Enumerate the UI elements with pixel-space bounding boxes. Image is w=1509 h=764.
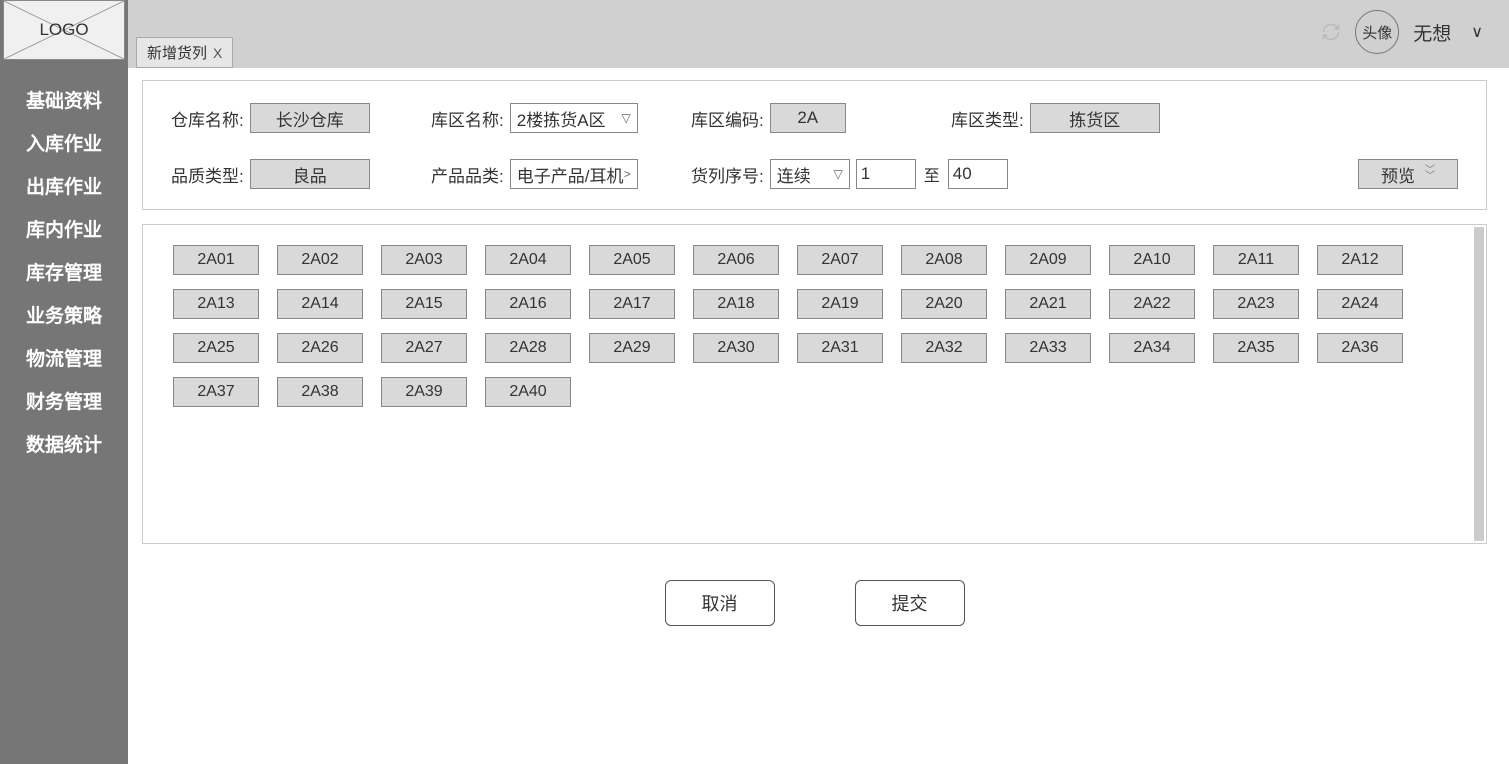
cell-2A34[interactable]: 2A34: [1109, 333, 1195, 363]
double-chevron-icon: ﹀﹀: [1425, 168, 1435, 180]
cell-2A11[interactable]: 2A11: [1213, 245, 1299, 275]
sidebar-item-4[interactable]: 库存管理: [0, 254, 128, 289]
cell-2A05[interactable]: 2A05: [589, 245, 675, 275]
tab-new-row[interactable]: 新增货列 X: [136, 37, 233, 68]
cell-2A23[interactable]: 2A23: [1213, 289, 1299, 319]
tab-strip: 新增货列 X: [136, 37, 233, 68]
footer-actions: 取消 提交: [142, 580, 1487, 626]
submit-label: 提交: [892, 590, 928, 616]
zone-code-value: 2A: [770, 103, 846, 133]
seq-from-input[interactable]: 1: [856, 159, 916, 189]
topbar: 新增货列 X 头像 无想 ∨: [128, 0, 1509, 68]
sidebar-item-1[interactable]: 入库作业: [0, 125, 128, 160]
cancel-button[interactable]: 取消: [665, 580, 775, 626]
sidebar-item-3[interactable]: 库内作业: [0, 211, 128, 246]
seq-mode-select[interactable]: 连续 ▽: [770, 159, 850, 189]
chevron-down-icon[interactable]: ∨: [1465, 22, 1489, 42]
sidebar-item-0[interactable]: 基础资料: [0, 82, 128, 117]
cell-2A13[interactable]: 2A13: [173, 289, 259, 319]
sidebar-item-6[interactable]: 物流管理: [0, 340, 128, 375]
cell-2A10[interactable]: 2A10: [1109, 245, 1195, 275]
logo[interactable]: LOGO: [3, 0, 125, 60]
category-label: 产品品类:: [431, 162, 504, 187]
cell-grid: 2A01 2A02 2A03 2A04 2A05 2A06 2A07 2A08 2A09 2A10…: [173, 245, 1456, 407]
zone-type-value: 拣货区: [1030, 103, 1160, 133]
preview-button[interactable]: 预览 ﹀﹀: [1358, 159, 1458, 189]
category-value: 电子产品/耳机: [517, 162, 624, 187]
sidebar-item-2[interactable]: 出库作业: [0, 168, 128, 203]
cell-2A26[interactable]: 2A26: [277, 333, 363, 363]
nav-list: 基础资料入库作业出库作业库内作业库存管理业务策略物流管理财务管理数据统计: [0, 68, 128, 475]
zone-name-value: 2楼拣货A区: [517, 106, 606, 131]
form-panel: 仓库名称: 长沙仓库 库区名称: 2楼拣货A区 ▽ 库区编码: 2A: [142, 80, 1487, 210]
cell-2A09[interactable]: 2A09: [1005, 245, 1091, 275]
cell-2A12[interactable]: 2A12: [1317, 245, 1403, 275]
zone-name-select[interactable]: 2楼拣货A区 ▽: [510, 103, 638, 133]
cell-2A28[interactable]: 2A28: [485, 333, 571, 363]
cell-2A33[interactable]: 2A33: [1005, 333, 1091, 363]
cell-2A40[interactable]: 2A40: [485, 377, 571, 407]
cell-2A04[interactable]: 2A04: [485, 245, 571, 275]
cell-2A24[interactable]: 2A24: [1317, 289, 1403, 319]
cell-2A02[interactable]: 2A02: [277, 245, 363, 275]
cell-2A14[interactable]: 2A14: [277, 289, 363, 319]
quality-value: 良品: [250, 159, 370, 189]
cell-2A22[interactable]: 2A22: [1109, 289, 1195, 319]
cancel-label: 取消: [702, 590, 738, 616]
username: 无想: [1413, 19, 1451, 46]
sidebar-item-8[interactable]: 数据统计: [0, 426, 128, 461]
cell-2A38[interactable]: 2A38: [277, 377, 363, 407]
tab-label: 新增货列: [147, 42, 207, 63]
cell-2A06[interactable]: 2A06: [693, 245, 779, 275]
cell-2A25[interactable]: 2A25: [173, 333, 259, 363]
cell-2A20[interactable]: 2A20: [901, 289, 987, 319]
cell-2A31[interactable]: 2A31: [797, 333, 883, 363]
seq-to-input[interactable]: 40: [948, 159, 1008, 189]
cell-2A01[interactable]: 2A01: [173, 245, 259, 275]
sidebar-item-5[interactable]: 业务策略: [0, 297, 128, 332]
cell-2A36[interactable]: 2A36: [1317, 333, 1403, 363]
logo-text: LOGO: [39, 20, 88, 40]
cell-2A15[interactable]: 2A15: [381, 289, 467, 319]
cell-2A32[interactable]: 2A32: [901, 333, 987, 363]
zone-code-label: 库区编码:: [691, 106, 764, 131]
scrollbar[interactable]: [1474, 227, 1484, 541]
cell-2A39[interactable]: 2A39: [381, 377, 467, 407]
cell-2A21[interactable]: 2A21: [1005, 289, 1091, 319]
warehouse-label: 仓库名称:: [171, 106, 244, 131]
seq-to-label: 至: [924, 162, 940, 186]
cell-2A29[interactable]: 2A29: [589, 333, 675, 363]
cell-2A27[interactable]: 2A27: [381, 333, 467, 363]
results-panel: 2A01 2A02 2A03 2A04 2A05 2A06 2A07 2A08 2A09 2A10…: [142, 224, 1487, 544]
avatar[interactable]: 头像: [1355, 10, 1399, 54]
cell-2A07[interactable]: 2A07: [797, 245, 883, 275]
avatar-label: 头像: [1362, 22, 1392, 43]
zone-type-label: 库区类型:: [951, 106, 1024, 131]
category-select[interactable]: 电子产品/耳机 >: [510, 159, 638, 189]
seq-mode-value: 连续: [777, 162, 811, 187]
warehouse-value: 长沙仓库: [250, 103, 370, 133]
cell-2A37[interactable]: 2A37: [173, 377, 259, 407]
preview-label: 预览: [1381, 162, 1415, 187]
cell-2A08[interactable]: 2A08: [901, 245, 987, 275]
cell-2A35[interactable]: 2A35: [1213, 333, 1299, 363]
cell-2A18[interactable]: 2A18: [693, 289, 779, 319]
sidebar: LOGO 基础资料入库作业出库作业库内作业库存管理业务策略物流管理财务管理数据统…: [0, 0, 128, 764]
cell-2A19[interactable]: 2A19: [797, 289, 883, 319]
chevron-down-icon: ▽: [622, 111, 631, 125]
cell-2A17[interactable]: 2A17: [589, 289, 675, 319]
chevron-right-icon: >: [624, 167, 631, 181]
sidebar-item-7[interactable]: 财务管理: [0, 383, 128, 418]
cell-2A30[interactable]: 2A30: [693, 333, 779, 363]
cell-2A03[interactable]: 2A03: [381, 245, 467, 275]
chevron-down-icon: ▽: [834, 167, 843, 181]
refresh-icon[interactable]: [1321, 22, 1341, 42]
quality-label: 品质类型:: [171, 162, 244, 187]
seq-label: 货列序号:: [691, 162, 764, 187]
submit-button[interactable]: 提交: [855, 580, 965, 626]
zone-name-label: 库区名称:: [431, 106, 504, 131]
close-icon[interactable]: X: [213, 45, 222, 61]
cell-2A16[interactable]: 2A16: [485, 289, 571, 319]
